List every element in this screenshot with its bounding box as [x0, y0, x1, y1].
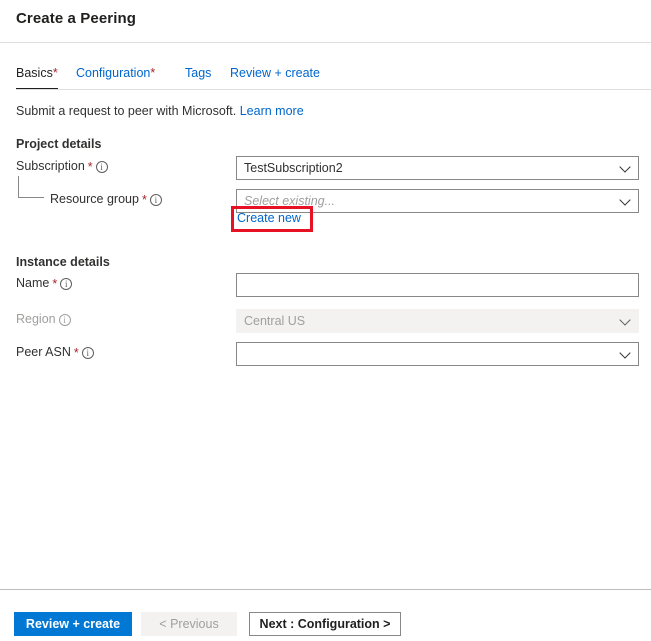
resource-group-placeholder: Select existing...	[244, 194, 336, 208]
chevron-down-icon	[619, 347, 631, 359]
info-icon[interactable]	[60, 278, 73, 290]
tab-strip: Basics* Configuration* Tags Review + cre…	[0, 62, 651, 90]
peer-asn-dropdown[interactable]	[236, 342, 639, 366]
tab-strip-divider	[16, 89, 651, 90]
form-description-text: Submit a request to peer with Microsoft.	[16, 104, 237, 118]
tab-configuration-label: Configuration	[76, 66, 151, 80]
subscription-dropdown[interactable]: TestSubscription2	[236, 156, 639, 180]
section-heading-instance-details: Instance details	[16, 255, 110, 269]
chevron-down-icon	[619, 314, 631, 326]
region-value: Central US	[244, 314, 306, 328]
tab-basics-required: *	[52, 66, 58, 80]
resource-group-label: Resource group *	[50, 192, 162, 206]
peer-asn-label-text: Peer ASN	[16, 345, 71, 359]
name-input[interactable]	[236, 273, 639, 297]
tab-tags[interactable]: Tags	[185, 62, 211, 90]
peer-asn-required-marker: *	[73, 345, 79, 360]
create-new-resource-group-link[interactable]: Create new	[237, 211, 301, 225]
header-divider	[0, 42, 651, 43]
subscription-value: TestSubscription2	[244, 161, 343, 175]
region-dropdown: Central US	[236, 309, 639, 333]
chevron-down-icon	[619, 194, 631, 206]
subscription-label: Subscription *	[16, 159, 108, 173]
tab-configuration[interactable]: Configuration*	[76, 62, 155, 90]
tab-review-create[interactable]: Review + create	[230, 62, 320, 90]
name-required-marker: *	[52, 276, 58, 291]
resource-group-tree-connector	[18, 176, 44, 198]
region-label-text: Region	[16, 312, 56, 326]
subscription-required-marker: *	[87, 159, 93, 174]
name-label-text: Name	[16, 276, 50, 290]
region-label: Region	[16, 312, 71, 326]
footer-divider	[0, 589, 651, 590]
resource-group-required-marker: *	[141, 192, 147, 207]
info-icon[interactable]	[95, 161, 108, 173]
learn-more-link[interactable]: Learn more	[240, 104, 304, 118]
info-icon[interactable]	[149, 194, 162, 206]
tab-basics-label: Basics	[16, 66, 53, 80]
section-heading-project-details: Project details	[16, 137, 102, 151]
page-title: Create a Peering	[16, 10, 136, 27]
tab-basics[interactable]: Basics*	[16, 62, 58, 90]
chevron-down-icon	[619, 161, 631, 173]
name-label: Name *	[16, 276, 73, 291]
subscription-label-text: Subscription	[16, 159, 85, 173]
peer-asn-label: Peer ASN *	[16, 345, 94, 359]
tab-tags-label: Tags	[185, 66, 212, 80]
info-icon[interactable]	[81, 347, 94, 359]
form-description: Submit a request to peer with Microsoft.…	[16, 104, 304, 118]
next-configuration-button[interactable]: Next : Configuration >	[249, 612, 401, 636]
resource-group-label-text: Resource group	[50, 192, 139, 206]
previous-button: < Previous	[141, 612, 237, 636]
resource-group-dropdown[interactable]: Select existing...	[236, 189, 639, 213]
tab-configuration-required: *	[150, 66, 156, 80]
review-create-button[interactable]: Review + create	[14, 612, 132, 636]
info-icon[interactable]	[58, 314, 71, 326]
tab-review-create-label: Review + create	[230, 66, 320, 80]
